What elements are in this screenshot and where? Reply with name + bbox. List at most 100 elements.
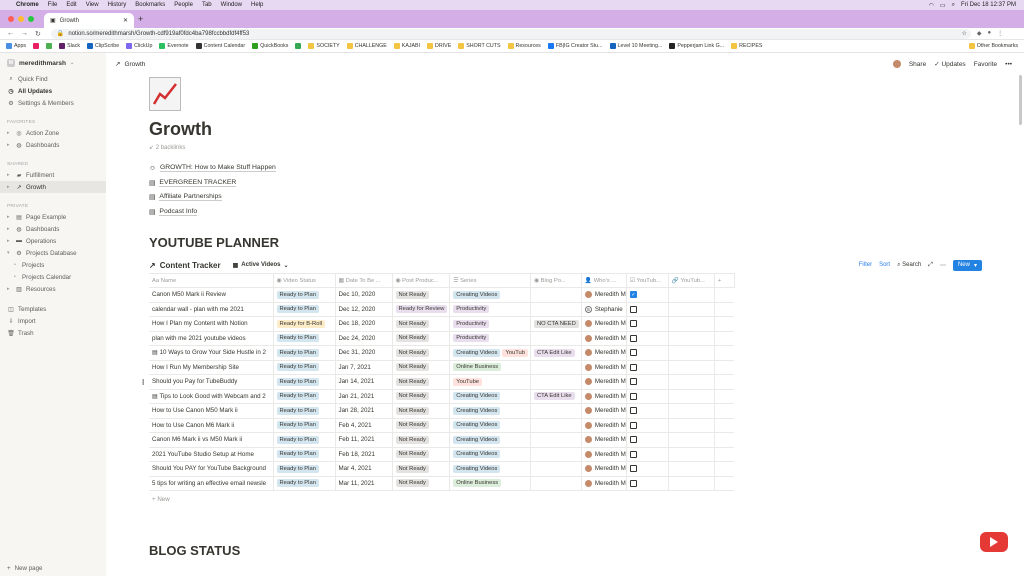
cell-blog-post[interactable] <box>530 432 582 448</box>
checkbox[interactable] <box>629 450 637 458</box>
checkbox[interactable] <box>629 392 637 400</box>
cell-series[interactable]: Productivity <box>449 331 531 346</box>
sidebar-templates[interactable]: ◫ Templates <box>0 303 106 315</box>
cell-youtube-url[interactable] <box>668 287 715 303</box>
bookmark-content-calendar[interactable]: Content Calendar <box>195 43 245 49</box>
cell-post-production[interactable]: Not Ready <box>392 432 451 448</box>
scrollbar[interactable] <box>1019 75 1022 125</box>
table-row[interactable]: How to Use Canon M50 Mark ii Ready to Pla… <box>149 403 735 419</box>
search-button[interactable]: ⌕ Search <box>897 262 921 269</box>
cell-date[interactable]: Dec 31, 2020 <box>335 345 393 361</box>
bookmark-short-cuts[interactable]: SHORT CUTS <box>458 43 501 49</box>
cell-series[interactable]: Online Business <box>449 476 531 491</box>
table-row[interactable]: Should You PAY for YouTube Background Rea… <box>149 461 735 477</box>
checkbox[interactable] <box>629 421 637 429</box>
column-header-name[interactable]: Aa Name <box>149 273 274 288</box>
link-evergreen-tracker[interactable]: ▤ EVERGREEN TRACKER <box>149 176 982 191</box>
table-row[interactable]: How I Plan my Content with Notion Ready f… <box>149 316 735 332</box>
cell-youtube-checkbox[interactable]: ✓ <box>626 287 669 303</box>
close-tab-icon[interactable]: ✕ <box>123 17 128 24</box>
breadcrumb[interactable]: Growth <box>124 61 145 68</box>
cell-post-production[interactable]: Not Ready <box>392 447 451 462</box>
search-icon[interactable]: ⌕ <box>952 2 955 9</box>
caret-right-icon[interactable]: ▸ <box>7 226 12 232</box>
cell-date[interactable]: Jan 28, 2021 <box>335 403 393 419</box>
cell-youtube-url[interactable] <box>668 331 715 346</box>
cell-youtube-checkbox[interactable] <box>626 374 669 390</box>
cell-name[interactable]: calendar wall - plan with me 2021 <box>149 302 274 317</box>
menu-file[interactable]: File <box>48 2 58 8</box>
cell-youtube-checkbox[interactable] <box>626 302 669 317</box>
caret-right-icon[interactable]: ▸ <box>7 238 12 244</box>
cell-blog-post[interactable]: CTA Edit Like <box>530 345 582 361</box>
cell-blog-post[interactable] <box>530 360 582 375</box>
sidebar-all-updates[interactable]: ◷ All Updates <box>0 85 106 97</box>
bookmark-quickbooks[interactable]: QuickBooks <box>252 43 288 49</box>
cell-video-status[interactable]: Ready for B-Roll <box>273 316 336 332</box>
cell-date[interactable]: Dec 24, 2020 <box>335 331 393 346</box>
forward-icon[interactable]: → <box>21 30 28 38</box>
cell-youtube-checkbox[interactable] <box>626 345 669 361</box>
cell-post-production[interactable]: Not Ready <box>392 389 451 404</box>
cell-series[interactable]: Creating Videos <box>449 461 531 477</box>
cell-who[interactable]: Meredith M <box>581 287 627 303</box>
checkbox[interactable] <box>629 479 637 487</box>
cell-blog-post[interactable] <box>530 476 582 491</box>
bookmark-recipes[interactable]: RECIPES <box>731 43 762 49</box>
cell-who[interactable]: Meredith M <box>581 418 627 433</box>
cell-video-status[interactable]: Ready to Plan <box>273 287 336 303</box>
bookmark-clickup[interactable]: ClickUp <box>126 43 152 49</box>
cell-youtube-checkbox[interactable] <box>626 476 669 491</box>
cell-post-production[interactable]: Not Ready <box>392 418 451 433</box>
table-row[interactable]: calendar wall - plan with me 2021 Ready t… <box>149 302 735 317</box>
cell-who[interactable]: Meredith M <box>581 461 627 477</box>
cell-who[interactable]: Meredith M <box>581 403 627 419</box>
cell-youtube-checkbox[interactable] <box>626 403 669 419</box>
table-row[interactable]: Canon M6 Mark ii vs M50 Mark ii Ready to … <box>149 432 735 448</box>
sidebar-item-dashboards[interactable]: ▸ ◍ Dashboards <box>0 139 106 151</box>
cell-post-production[interactable]: Not Ready <box>392 403 451 419</box>
cell-video-status[interactable]: Ready to Plan <box>273 418 336 433</box>
cell-video-status[interactable]: Ready to Plan <box>273 403 336 419</box>
cell-date[interactable]: Mar 11, 2021 <box>335 476 393 491</box>
cell-post-production[interactable]: Not Ready <box>392 331 451 346</box>
cell-youtube-url[interactable] <box>668 432 715 448</box>
sidebar-quick-find[interactable]: ⌕ Quick Find <box>0 73 106 85</box>
bookmark-fb-ig-creator[interactable]: FB|IG Creator Stu... <box>547 43 603 49</box>
cell-series[interactable]: Creating Videos <box>449 432 531 448</box>
more-options-button[interactable]: ••• <box>1005 61 1012 68</box>
cell-who[interactable]: Meredith M <box>581 316 627 332</box>
filter-button[interactable]: Filter <box>859 262 872 268</box>
link-affiliate-partnerships[interactable]: ▤ Affiliate Partnerships <box>149 190 982 205</box>
cell-blog-post[interactable] <box>530 302 582 317</box>
cell-series[interactable]: Online Business <box>449 360 531 375</box>
menu-view[interactable]: View <box>86 2 99 8</box>
share-button[interactable]: Share <box>909 61 926 68</box>
bookmark-pepperjam[interactable]: Pepperjam Link G... <box>669 43 724 49</box>
cell-youtube-checkbox[interactable] <box>626 461 669 477</box>
cell-series[interactable]: Creating Videos <box>449 447 531 462</box>
minimize-window-icon[interactable] <box>18 16 24 22</box>
cell-who[interactable]: Meredith M <box>581 331 627 346</box>
cell-youtube-checkbox[interactable] <box>626 418 669 433</box>
cell-post-production[interactable]: Not Ready <box>392 345 451 361</box>
browser-tab-growth[interactable]: ▣ Growth ✕ <box>44 13 134 28</box>
view-switcher[interactable]: ▦ Active Videos ⌄ <box>233 262 289 269</box>
cell-name[interactable]: ▤ 10 Ways to Grow Your Side Hustle in 2 <box>149 345 274 361</box>
cell-video-status[interactable]: Ready to Plan <box>273 432 336 448</box>
cell-series[interactable]: Creating Videos YouTub <box>449 345 531 361</box>
cell-youtube-url[interactable] <box>668 403 715 419</box>
checkbox[interactable] <box>629 320 637 328</box>
cell-who[interactable]: Meredith M <box>581 432 627 448</box>
maximize-window-icon[interactable] <box>28 16 34 22</box>
caret-down-icon[interactable]: ▾ <box>7 250 12 256</box>
cell-name[interactable]: 2021 YouTube Studio Setup at Home <box>149 447 274 462</box>
table-row[interactable]: Canon M50 Mark ii Review Ready to Plan Dec… <box>149 287 735 303</box>
sidebar-import[interactable]: ⇩ Import <box>0 315 106 327</box>
column-header-post-production[interactable]: ◉ Post Produc... <box>392 273 451 288</box>
cell-blog-post[interactable] <box>530 374 582 390</box>
caret-right-icon[interactable]: ▸ <box>7 286 12 292</box>
expand-icon[interactable]: ⤢ <box>928 262 933 269</box>
table-row[interactable]: ▤ Tips to Look Good with Webcam and 2 Rea… <box>149 389 735 404</box>
menu-window[interactable]: Window <box>221 2 242 8</box>
